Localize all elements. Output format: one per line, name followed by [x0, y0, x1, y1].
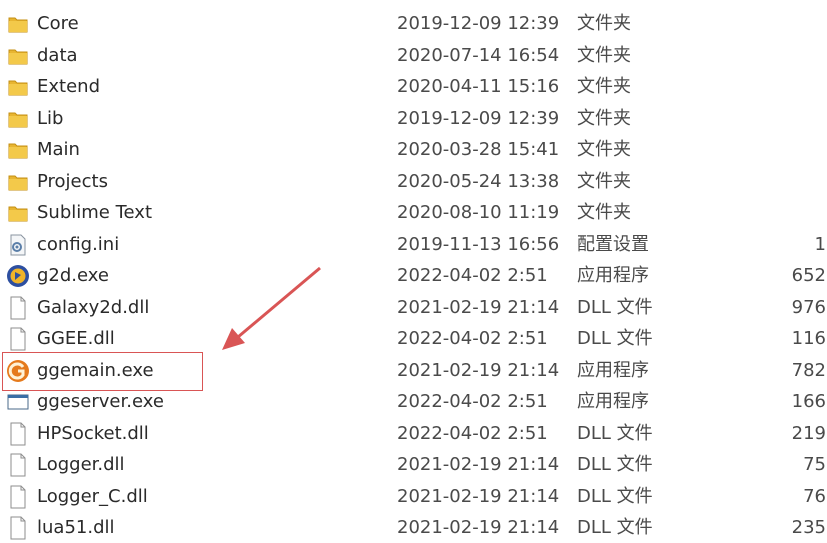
file-row[interactable]: lua51.dll 2021-02-19 21:14 DLL 文件 235: [0, 512, 827, 543]
folder-icon: [6, 40, 30, 71]
file-type: 应用程序: [577, 359, 649, 381]
file-type: DLL 文件: [577, 296, 653, 318]
file-name: config.ini: [37, 233, 120, 255]
file-row[interactable]: GGEE.dll 2022-04-02 2:51 DLL 文件 116: [0, 323, 827, 354]
file-row[interactable]: Lib 2019-12-09 12:39 文件夹: [0, 103, 827, 134]
file-type: DLL 文件: [577, 454, 653, 475]
file-date: 2020-08-10 11:19: [397, 202, 560, 223]
file-type: 文件夹: [577, 44, 631, 66]
file-type: 文件夹: [577, 76, 631, 97]
file-row[interactable]: Logger.dll 2021-02-19 21:14 DLL 文件 75: [0, 449, 827, 480]
file-size: 166: [791, 391, 826, 412]
file-name: Projects: [37, 170, 108, 192]
file-name: Logger_C.dll: [37, 485, 148, 507]
file-type: 文件夹: [577, 170, 631, 192]
file-name: Lib: [37, 107, 64, 129]
folder-icon: [6, 103, 30, 134]
folder-icon: [6, 134, 30, 165]
file-row[interactable]: Core 2019-12-09 12:39 文件夹: [0, 8, 827, 39]
file-list: Core 2019-12-09 12:39 文件夹 data 2020-07-1…: [0, 0, 827, 540]
file-date: 2020-03-28 15:41: [397, 139, 560, 160]
file-date: 2020-05-24 13:38: [397, 170, 560, 192]
file-type: DLL 文件: [577, 485, 653, 507]
file-size: 76: [803, 485, 826, 507]
file-date: 2021-02-19 21:14: [397, 517, 560, 538]
folder-icon: [6, 8, 30, 39]
file-name: Sublime Text: [37, 202, 152, 223]
file-row[interactable]: Galaxy2d.dll 2021-02-19 21:14 DLL 文件 976: [0, 292, 827, 323]
file-size: 116: [791, 328, 826, 349]
file-size: 1: [814, 233, 826, 255]
file-date: 2021-02-19 21:14: [397, 485, 560, 507]
file-type: 文件夹: [577, 13, 631, 34]
file-date: 2019-12-09 12:39: [397, 107, 560, 129]
file-row[interactable]: g2d.exe 2022-04-02 2:51 应用程序 652: [0, 260, 827, 291]
file-name: HPSocket.dll: [37, 422, 149, 444]
file-type: 文件夹: [577, 139, 631, 160]
file-row[interactable]: config.ini 2019-11-13 16:56 配置设置 1: [0, 229, 827, 260]
file-size: 235: [791, 517, 826, 538]
folder-icon: [6, 197, 30, 228]
file-name: Extend: [37, 76, 100, 97]
file-type: 文件夹: [577, 202, 631, 223]
file-size: 782: [791, 359, 826, 381]
file-name: Logger.dll: [37, 454, 125, 475]
file-name: Galaxy2d.dll: [37, 296, 150, 318]
file-date: 2022-04-02 2:51: [397, 422, 548, 444]
document-icon: [6, 512, 30, 543]
file-type: DLL 文件: [577, 517, 653, 538]
file-size: 976: [791, 296, 826, 318]
settings-file-icon: [6, 229, 30, 260]
file-type: 文件夹: [577, 107, 631, 129]
file-date: 2020-07-14 16:54: [397, 44, 560, 66]
file-name: Main: [37, 139, 80, 160]
file-type: 配置设置: [577, 233, 649, 255]
file-name: GGEE.dll: [37, 328, 115, 349]
file-size: 75: [803, 454, 826, 475]
document-icon: [6, 323, 30, 354]
file-type: DLL 文件: [577, 328, 653, 349]
file-name: data: [37, 44, 78, 66]
file-row[interactable]: Extend 2020-04-11 15:16 文件夹: [0, 71, 827, 102]
file-row[interactable]: Sublime Text 2020-08-10 11:19 文件夹: [0, 197, 827, 228]
document-icon: [6, 418, 30, 449]
document-icon: [6, 481, 30, 512]
document-icon: [6, 292, 30, 323]
file-date: 2022-04-02 2:51: [397, 391, 548, 412]
file-date: 2021-02-19 21:14: [397, 296, 560, 318]
file-date: 2022-04-02 2:51: [397, 265, 548, 286]
file-name: Core: [37, 13, 79, 34]
folder-icon: [6, 166, 30, 197]
file-date: 2022-04-02 2:51: [397, 328, 548, 349]
file-row[interactable]: Logger_C.dll 2021-02-19 21:14 DLL 文件 76: [0, 481, 827, 512]
file-row[interactable]: Projects 2020-05-24 13:38 文件夹: [0, 166, 827, 197]
file-date: 2020-04-11 15:16: [397, 76, 560, 97]
g2d-app-icon: [6, 260, 30, 291]
folder-icon: [6, 71, 30, 102]
file-row[interactable]: HPSocket.dll 2022-04-02 2:51 DLL 文件 219: [0, 418, 827, 449]
file-date: 2019-12-09 12:39: [397, 13, 560, 34]
file-type: 应用程序: [577, 391, 649, 412]
file-date: 2021-02-19 21:14: [397, 359, 560, 381]
file-date: 2021-02-19 21:14: [397, 454, 560, 475]
file-name: g2d.exe: [37, 265, 109, 286]
document-icon: [6, 449, 30, 480]
file-row[interactable]: Main 2020-03-28 15:41 文件夹: [0, 134, 827, 165]
file-row[interactable]: data 2020-07-14 16:54 文件夹: [0, 40, 827, 71]
file-date: 2019-11-13 16:56: [397, 233, 560, 255]
file-name: lua51.dll: [37, 517, 115, 538]
file-type: 应用程序: [577, 265, 649, 286]
file-type: DLL 文件: [577, 422, 653, 444]
file-size: 219: [791, 422, 826, 444]
highlight-box: [2, 352, 203, 391]
file-size: 652: [791, 265, 826, 286]
